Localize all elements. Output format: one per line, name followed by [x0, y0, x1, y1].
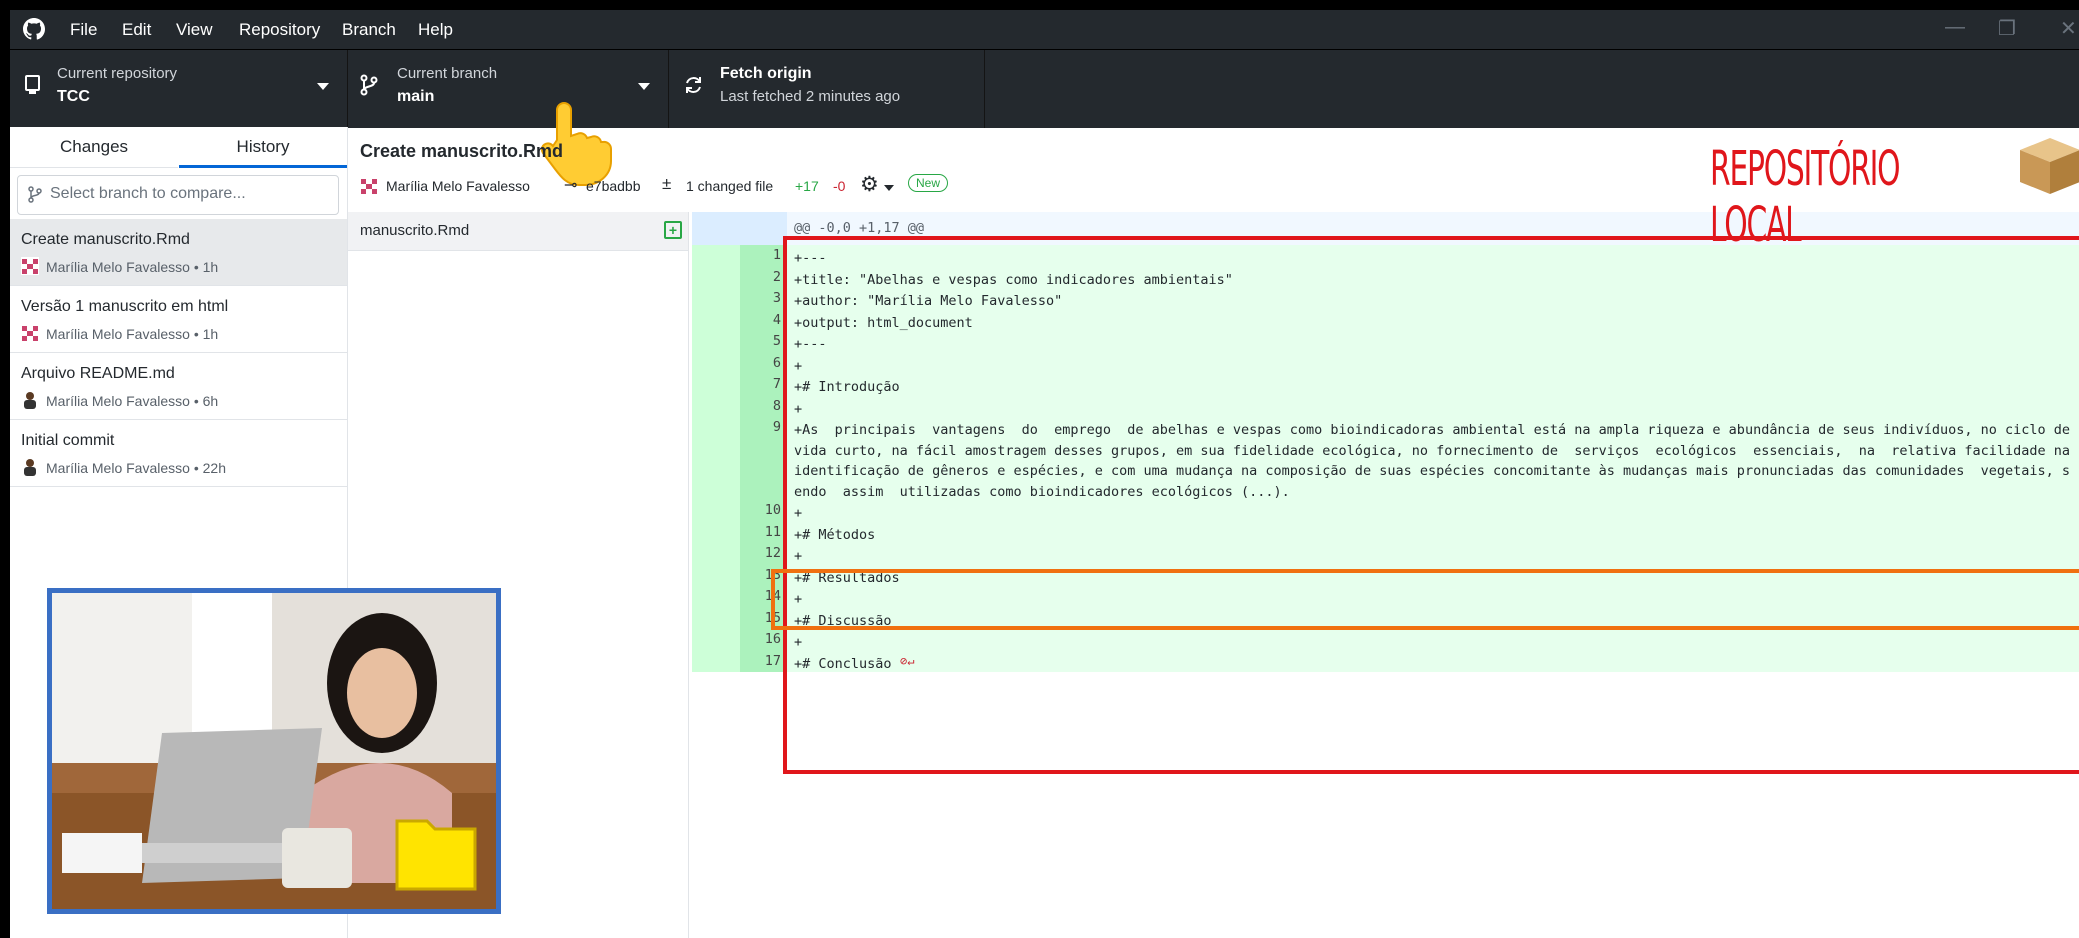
commit-list-item[interactable]: Versão 1 manuscrito em html Marília Melo… — [10, 286, 347, 353]
line-number: 4 — [772, 311, 781, 328]
line-number: 8 — [772, 397, 781, 414]
line-gutter-new: 12 — [740, 543, 787, 565]
branch-label: Current branch — [397, 65, 498, 82]
fetch-origin-button[interactable]: Fetch origin Last fetched 2 minutes ago — [669, 50, 985, 128]
maximize-button[interactable]: ❐ — [1998, 16, 2016, 41]
additions-count: +17 — [795, 178, 819, 194]
line-gutter-new: 4 — [740, 309, 787, 331]
avatar — [24, 459, 36, 476]
stock-photo — [47, 588, 501, 914]
avatar — [24, 392, 36, 409]
fetch-label: Fetch origin — [720, 65, 812, 82]
line-number: 2 — [772, 268, 781, 285]
package-icon — [2020, 138, 2079, 194]
line-gutter-new: 16 — [740, 629, 787, 651]
file-list-item[interactable]: manuscrito.Rmd + — [348, 212, 688, 251]
woman-laptop-illustration — [52, 593, 496, 909]
branch-icon — [28, 186, 42, 203]
changed-files: 1 changed file — [686, 178, 774, 194]
commit-meta: Marília Melo Favalesso • 22h — [46, 460, 226, 476]
line-number: 12 — [764, 545, 781, 561]
commit-list-item[interactable]: Initial commit Marília Melo Favalesso • … — [10, 420, 347, 487]
tab-history[interactable]: History — [179, 127, 347, 168]
highlight-box-orange — [771, 569, 2079, 630]
avatar — [361, 179, 377, 194]
line-number: 16 — [764, 631, 781, 647]
close-button[interactable]: ✕ — [2060, 16, 2077, 41]
line-number: 11 — [764, 523, 781, 540]
line-gutter-new: 8 — [740, 395, 787, 417]
repo-icon — [25, 75, 40, 94]
tab-changes[interactable]: Changes — [10, 127, 178, 168]
avatar — [21, 257, 39, 275]
current-branch-button[interactable]: Current branch main — [348, 50, 669, 128]
menu-file[interactable]: File — [70, 20, 97, 40]
fetch-subtitle: Last fetched 2 minutes ago — [720, 88, 901, 105]
line-gutter-new: 1 — [740, 245, 787, 267]
repo-name: TCC — [57, 88, 90, 105]
line-gutter-new: 7 — [740, 374, 787, 396]
line-gutter-new: 6 — [740, 352, 787, 374]
commit-meta: Marília Melo Favalesso • 1h — [46, 326, 219, 342]
commit-sha[interactable]: e7badbb — [586, 178, 641, 194]
line-number: 5 — [772, 333, 781, 349]
commit-author: Marília Melo Favalesso — [386, 178, 530, 194]
commit-detail-title: Create manuscrito.Rmd — [360, 141, 564, 161]
line-gutter-new: 9 — [740, 417, 787, 500]
chevron-down-icon[interactable] — [884, 185, 894, 191]
current-repository-button[interactable]: Current repository TCC — [10, 50, 348, 128]
highlight-box-red — [783, 236, 2079, 774]
deletions-count: -0 — [833, 178, 846, 194]
menu-repository[interactable]: Repository — [239, 20, 320, 40]
minimize-button[interactable]: — — [1945, 16, 1965, 39]
commit-list-item[interactable]: Arquivo README.md Marília Melo Favalesso… — [10, 353, 347, 420]
commit-meta: Marília Melo Favalesso • 6h — [46, 393, 219, 409]
line-number: 17 — [764, 652, 781, 669]
menu-view[interactable]: View — [176, 20, 213, 40]
line-number: 10 — [764, 502, 781, 518]
line-gutter-new: 17 — [740, 650, 787, 672]
commit-title: Versão 1 manuscrito em html — [21, 298, 229, 315]
repositorio-local-label: REPOSITÓRIO LOCAL — [1710, 141, 1901, 253]
menu-help[interactable]: Help — [418, 20, 453, 40]
commit-title: Initial commit — [21, 432, 115, 449]
compare-placeholder: Select branch to compare... — [50, 185, 246, 202]
line-number: 3 — [772, 290, 781, 306]
chevron-down-icon — [638, 83, 650, 90]
line-number: 1 — [772, 247, 781, 263]
commit-meta: Marília Melo Favalesso • 1h — [46, 259, 219, 275]
commit-icon: ⊸ — [564, 177, 578, 194]
chevron-down-icon — [317, 83, 329, 90]
gear-icon[interactable]: ⚙ — [860, 172, 879, 197]
line-number: 6 — [772, 354, 781, 371]
github-logo-icon — [23, 18, 45, 40]
avatar — [21, 324, 39, 342]
repo-label: Current repository — [57, 65, 178, 82]
line-gutter-new: 5 — [740, 331, 787, 353]
sync-icon — [686, 77, 701, 93]
line-gutter-new: 3 — [740, 288, 787, 310]
commit-list-item[interactable]: Create manuscrito.Rmd Marília Melo Faval… — [10, 219, 347, 286]
hunk-text: @@ -0,0 +1,17 @@ — [794, 220, 925, 236]
line-gutter-new: 2 — [740, 266, 787, 288]
branch-icon — [360, 74, 378, 96]
line-gutter-new: 10 — [740, 500, 787, 522]
app-window: File Edit View Repository Branch Help — … — [10, 10, 2079, 938]
new-badge: New — [908, 174, 949, 192]
branch-name: main — [397, 88, 435, 105]
line-number: 7 — [772, 376, 781, 392]
file-name: manuscrito.Rmd — [360, 222, 470, 239]
branch-compare-input[interactable]: Select branch to compare... — [17, 175, 339, 215]
commit-title: Create manuscrito.Rmd — [21, 231, 190, 248]
hunk-gutter — [692, 212, 787, 245]
commit-title: Arquivo README.md — [21, 365, 175, 382]
file-added-icon: + — [664, 221, 682, 239]
menu-bar: File Edit View Repository Branch Help — … — [10, 10, 2079, 49]
menu-edit[interactable]: Edit — [122, 20, 151, 40]
diff-icon: ± — [662, 174, 672, 193]
line-number: 9 — [772, 419, 781, 435]
line-gutter-new: 11 — [740, 521, 787, 543]
toolbar: Current repository TCC Current branch ma… — [10, 49, 2079, 186]
menu-branch[interactable]: Branch — [342, 20, 396, 40]
